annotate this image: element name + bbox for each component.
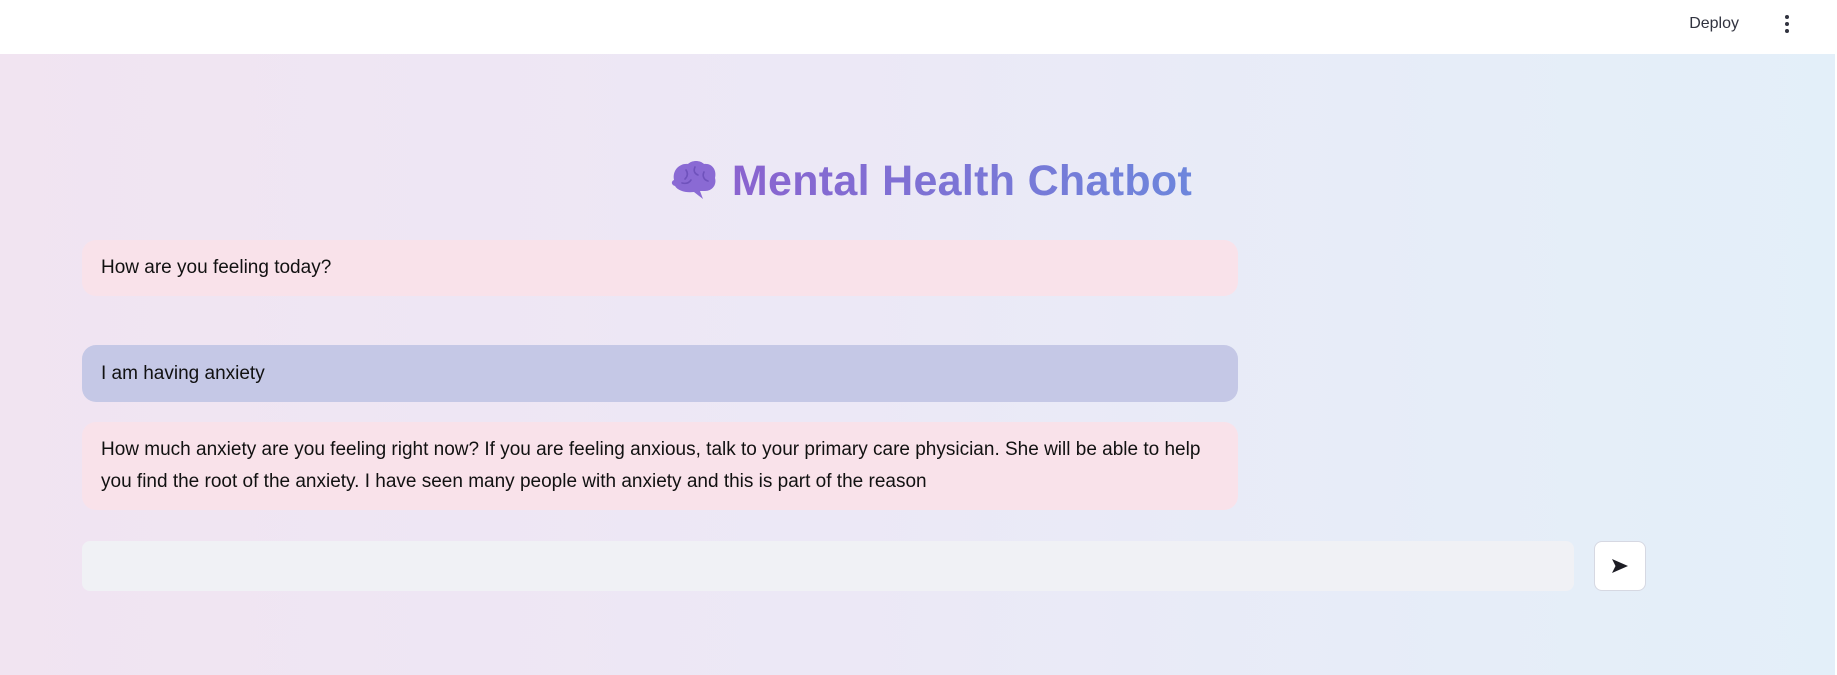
send-button[interactable] (1594, 541, 1646, 591)
deploy-button[interactable]: Deploy (1683, 12, 1745, 36)
main-menu-button[interactable] (1775, 11, 1799, 37)
chat-message-user: I am having anxiety (82, 345, 1238, 402)
page-title-inner: Mental Health Chatbot (668, 150, 1192, 212)
app-page: Deploy Mental Health Chatbot How are you… (0, 0, 1837, 675)
page-title-text: Mental Health Chatbot (732, 150, 1192, 212)
chat-input[interactable] (82, 541, 1574, 591)
send-arrow-icon (1612, 559, 1628, 573)
page-title: Mental Health Chatbot (0, 150, 1837, 221)
top-toolbar: Deploy (0, 0, 1837, 54)
more-vertical-icon-dot (1785, 29, 1789, 33)
chat-message-bot: How much anxiety are you feeling right n… (82, 422, 1238, 510)
brain-icon (671, 161, 716, 199)
more-vertical-icon-dot (1785, 22, 1789, 26)
more-vertical-icon (1785, 15, 1789, 19)
chat-message-bot: How are you feeling today? (82, 240, 1238, 296)
